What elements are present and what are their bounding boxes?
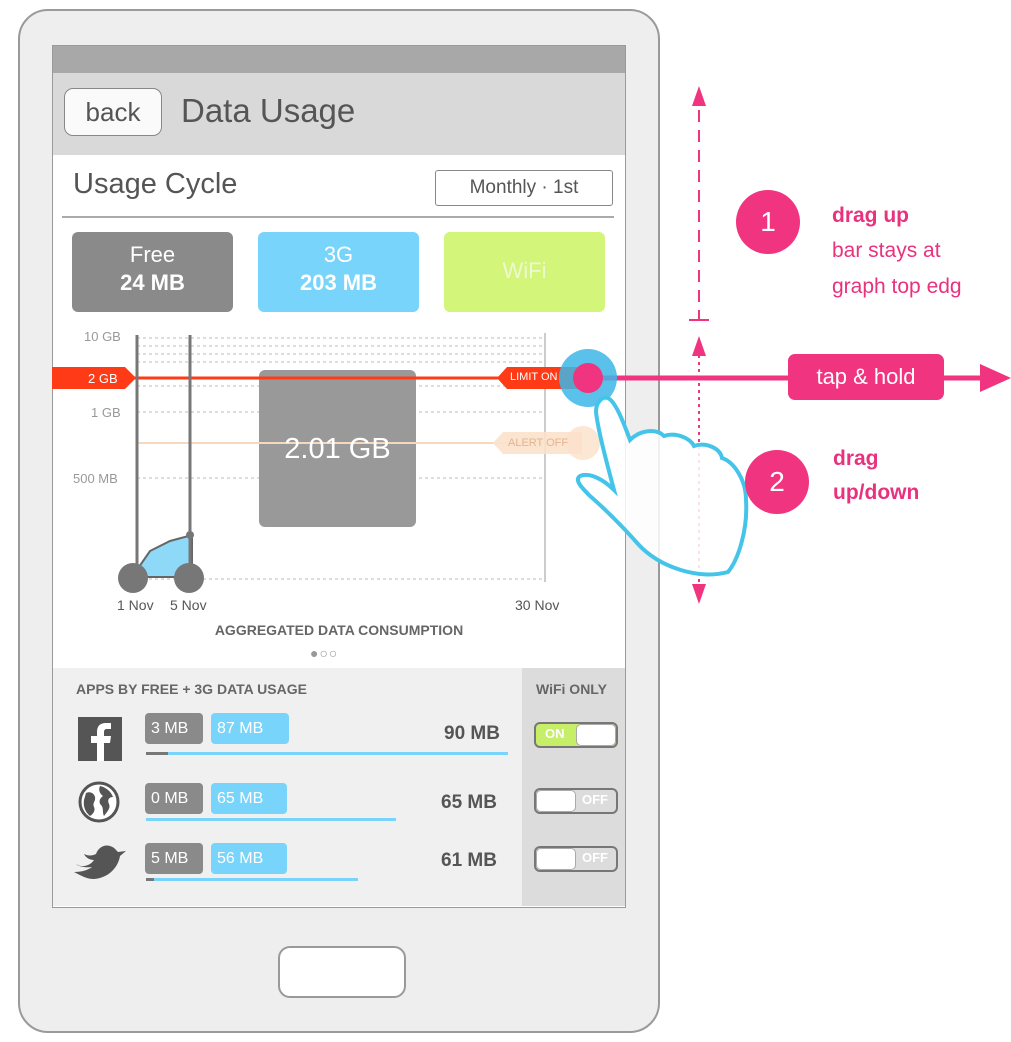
app2-3g-pill: 65 MB xyxy=(211,783,287,814)
step-2-line2: up/down xyxy=(833,481,920,504)
divider xyxy=(62,216,614,218)
tile-3g-value: 203 MB xyxy=(299,270,378,295)
app3-free-bar xyxy=(146,878,154,881)
cursor-point xyxy=(186,531,194,539)
step-1-title: drag up xyxy=(832,204,909,227)
alert-label[interactable]: ALERT OFF xyxy=(508,437,568,449)
wifi-only-header: WiFi ONLY xyxy=(536,681,607,697)
facebook-icon xyxy=(78,717,122,761)
twitter-bird-icon xyxy=(72,842,128,882)
usage-cycle-dropdown[interactable]: Monthly · 1st xyxy=(435,170,613,206)
status-bar xyxy=(53,46,625,73)
app1-3g-bar xyxy=(146,752,508,755)
step-2-badge: 2 xyxy=(745,450,809,514)
cursor-end-handle xyxy=(174,563,204,593)
app1-wifi-toggle[interactable]: ON xyxy=(534,722,618,748)
tap-hold-label: tap & hold xyxy=(788,354,944,400)
app1-3g-pill: 87 MB xyxy=(211,713,289,744)
cursor-start-handle xyxy=(118,563,148,593)
app3-toggle-text: OFF xyxy=(582,850,608,865)
limit-label[interactable]: LIMIT ON xyxy=(510,371,566,383)
app3-3g-bar xyxy=(146,878,358,881)
usage-cycle-label: Usage Cycle xyxy=(73,168,238,200)
tile-wifi[interactable]: WiFi xyxy=(444,232,605,312)
app2-toggle-text: OFF xyxy=(582,792,608,807)
x-tick-30nov: 30 Nov xyxy=(515,597,560,613)
tile-wifi-label: WiFi xyxy=(502,258,547,283)
y-tick-10gb: 10 GB xyxy=(84,329,121,344)
arrow-down-head xyxy=(692,584,706,604)
app1-total: 90 MB xyxy=(444,723,500,744)
page-title: Data Usage xyxy=(181,92,356,129)
step-1-badge: 1 xyxy=(736,190,800,254)
app1-toggle-text: ON xyxy=(545,726,565,741)
app1-free-pill: 3 MB xyxy=(145,713,203,744)
app3-3g-pill: 56 MB xyxy=(211,843,287,874)
app3-free-pill: 5 MB xyxy=(145,843,203,874)
app1-free-bar xyxy=(146,752,168,755)
page-indicator[interactable]: ●○○ xyxy=(310,645,338,661)
step-1-line2: graph top edg xyxy=(832,275,962,298)
step-1-line1: bar stays at xyxy=(832,239,941,262)
tile-free-label: Free xyxy=(129,242,176,267)
toggle-knob xyxy=(536,848,576,870)
x-tick-5nov: 5 Nov xyxy=(170,597,207,613)
alert-handle xyxy=(566,426,600,460)
app2-total: 65 MB xyxy=(441,792,497,813)
y-tick-500mb: 500 MB xyxy=(73,471,118,486)
app2-free-pill: 0 MB xyxy=(145,783,203,814)
home-button[interactable] xyxy=(278,946,406,998)
arrow-right-head xyxy=(980,364,1011,392)
tile-free[interactable]: Free 24 MB xyxy=(72,232,233,312)
tile-3g-label: 3G xyxy=(323,242,354,267)
app2-wifi-toggle[interactable]: OFF xyxy=(534,788,618,814)
toggle-knob xyxy=(536,790,576,812)
step-2-line1: drag xyxy=(833,447,879,470)
app3-total: 61 MB xyxy=(441,850,497,871)
chart-title: AGGREGATED DATA CONSUMPTION xyxy=(214,622,464,638)
app2-3g-bar xyxy=(146,818,396,821)
usage-chart xyxy=(52,333,600,593)
arrow-up-head xyxy=(692,86,706,106)
tile-3g[interactable]: 3G 203 MB xyxy=(258,232,419,312)
app3-wifi-toggle[interactable]: OFF xyxy=(534,846,618,872)
back-button[interactable]: back xyxy=(64,88,162,136)
globe-icon xyxy=(78,781,120,823)
value-box-text: 2.01 GB xyxy=(284,433,391,465)
x-tick-1nov: 1 Nov xyxy=(117,597,154,613)
y-tick-1gb: 1 GB xyxy=(91,405,121,420)
toggle-knob xyxy=(576,724,616,746)
arrow-up-head-2 xyxy=(692,336,706,356)
apps-header: APPS BY FREE + 3G DATA USAGE xyxy=(76,681,307,697)
tile-free-value: 24 MB xyxy=(120,270,185,295)
y-tick-2gb: 2 GB xyxy=(88,371,118,386)
